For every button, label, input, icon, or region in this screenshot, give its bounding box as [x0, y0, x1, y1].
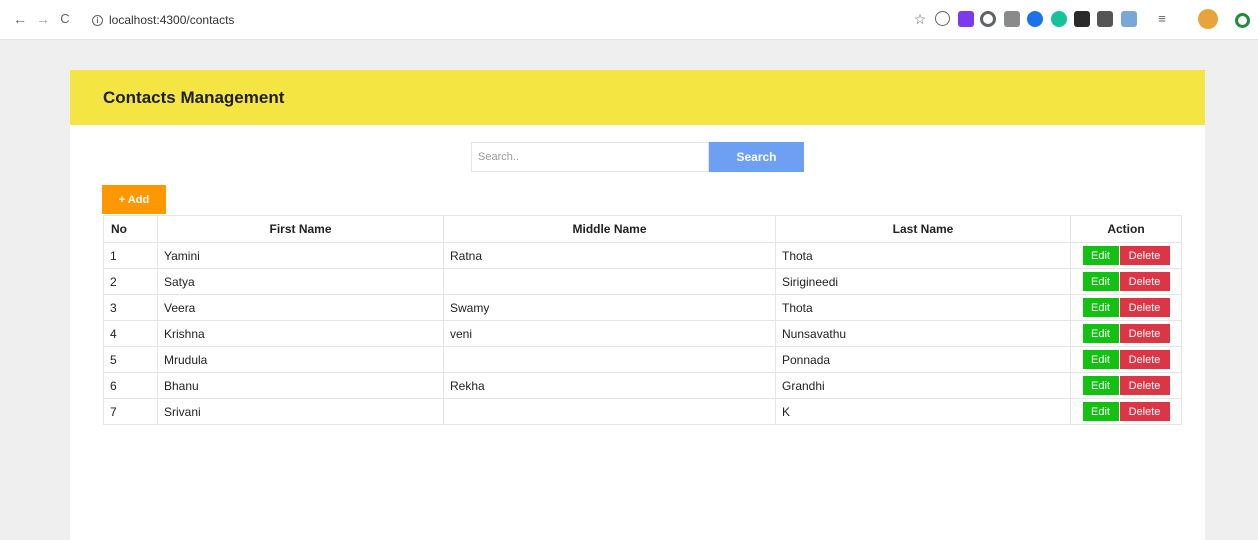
cell-middle-name: Rekha: [443, 372, 776, 399]
cell-last-name: Nunsavathu: [775, 320, 1071, 347]
search-input[interactable]: [471, 142, 709, 172]
cell-first-name: Mrudula: [157, 346, 444, 373]
cell-first-name: Srivani: [157, 398, 444, 425]
cell-last-name: Ponnada: [775, 346, 1071, 373]
cell-last-name: Sirigineedi: [775, 268, 1071, 295]
table-row: 7 Srivani K Edit Delete: [103, 398, 1182, 425]
extension-purple-icon[interactable]: [958, 11, 974, 27]
address-bar[interactable]: i localhost:4300/contacts: [92, 10, 234, 30]
extension-green-ring-icon[interactable]: [1235, 13, 1250, 28]
back-icon[interactable]: ←: [13, 12, 27, 26]
add-contact-button[interactable]: + Add: [102, 185, 166, 214]
extension-dark-icon[interactable]: [1074, 11, 1090, 27]
table-header-row: No First Name Middle Name Last Name Acti…: [103, 215, 1182, 243]
contacts-table: No First Name Middle Name Last Name Acti…: [103, 215, 1182, 425]
edit-button[interactable]: Edit: [1082, 246, 1119, 265]
cell-action: Edit Delete: [1070, 242, 1182, 269]
table-row: 1 Yamini Ratna Thota Edit Delete: [103, 242, 1182, 269]
cell-no: 1: [103, 242, 158, 269]
column-header-last-name: Last Name: [775, 215, 1071, 243]
cell-action: Edit Delete: [1070, 398, 1182, 425]
column-header-first-name: First Name: [157, 215, 444, 243]
cell-no: 5: [103, 346, 158, 373]
cell-middle-name: veni: [443, 320, 776, 347]
table-row: 2 Satya Sirigineedi Edit Delete: [103, 268, 1182, 295]
forward-icon[interactable]: →: [36, 12, 50, 26]
table-row: 4 Krishna veni Nunsavathu Edit Delete: [103, 320, 1182, 347]
extension-window-icon[interactable]: [1121, 11, 1137, 27]
edit-button[interactable]: Edit: [1082, 402, 1119, 421]
edit-button[interactable]: Edit: [1082, 324, 1119, 343]
delete-button[interactable]: Delete: [1119, 298, 1170, 317]
cell-last-name: Grandhi: [775, 372, 1071, 399]
delete-button[interactable]: Delete: [1119, 246, 1170, 265]
cell-middle-name: [443, 346, 776, 373]
url-text[interactable]: localhost:4300/contacts: [109, 13, 234, 27]
extension-s-icon[interactable]: [1097, 11, 1113, 27]
reading-list-icon[interactable]: ≡: [1154, 11, 1170, 27]
edit-button[interactable]: Edit: [1082, 350, 1119, 369]
extension-ring-icon[interactable]: [980, 11, 996, 27]
edit-button[interactable]: Edit: [1082, 298, 1119, 317]
edit-button[interactable]: Edit: [1082, 376, 1119, 395]
cell-action: Edit Delete: [1070, 372, 1182, 399]
cell-middle-name: Swamy: [443, 294, 776, 321]
column-header-no: No: [103, 215, 158, 243]
extension-green-icon[interactable]: [1051, 11, 1067, 27]
cell-action: Edit Delete: [1070, 268, 1182, 295]
cell-action: Edit Delete: [1070, 294, 1182, 321]
extension-blue-icon[interactable]: [1027, 11, 1043, 27]
cell-last-name: K: [775, 398, 1071, 425]
delete-button[interactable]: Delete: [1119, 402, 1170, 421]
table-row: 5 Mrudula Ponnada Edit Delete: [103, 346, 1182, 373]
cell-no: 3: [103, 294, 158, 321]
app-header: Contacts Management: [70, 70, 1205, 125]
delete-button[interactable]: Delete: [1119, 324, 1170, 343]
cell-middle-name: Ratna: [443, 242, 776, 269]
avatar[interactable]: [1198, 9, 1218, 29]
edit-button[interactable]: Edit: [1082, 272, 1119, 291]
cell-no: 4: [103, 320, 158, 347]
cell-no: 6: [103, 372, 158, 399]
table-row: 6 Bhanu Rekha Grandhi Edit Delete: [103, 372, 1182, 399]
cell-first-name: Yamini: [157, 242, 444, 269]
column-header-action: Action: [1070, 215, 1182, 243]
cell-first-name: Satya: [157, 268, 444, 295]
cell-first-name: Veera: [157, 294, 444, 321]
cell-no: 2: [103, 268, 158, 295]
contacts-card: Contacts Management Search + Add No Firs…: [70, 70, 1205, 540]
cell-no: 7: [103, 398, 158, 425]
cell-middle-name: [443, 398, 776, 425]
extension-grey-icon[interactable]: [1004, 11, 1020, 27]
browser-toolbar: ← → C i localhost:4300/contacts ☆ ≡: [0, 0, 1258, 40]
extension-circle-icon[interactable]: [935, 11, 950, 26]
search-button[interactable]: Search: [709, 142, 804, 172]
bookmark-star-icon[interactable]: ☆: [913, 12, 927, 26]
page-title: Contacts Management: [103, 88, 285, 107]
delete-button[interactable]: Delete: [1119, 272, 1170, 291]
cell-first-name: Krishna: [157, 320, 444, 347]
delete-button[interactable]: Delete: [1119, 376, 1170, 395]
cell-action: Edit Delete: [1070, 346, 1182, 373]
cell-last-name: Thota: [775, 294, 1071, 321]
cell-last-name: Thota: [775, 242, 1071, 269]
cell-action: Edit Delete: [1070, 320, 1182, 347]
reload-icon[interactable]: C: [58, 12, 72, 26]
table-row: 3 Veera Swamy Thota Edit Delete: [103, 294, 1182, 321]
cell-middle-name: [443, 268, 776, 295]
cell-first-name: Bhanu: [157, 372, 444, 399]
delete-button[interactable]: Delete: [1119, 350, 1170, 369]
column-header-middle-name: Middle Name: [443, 215, 776, 243]
info-icon[interactable]: i: [92, 14, 103, 26]
